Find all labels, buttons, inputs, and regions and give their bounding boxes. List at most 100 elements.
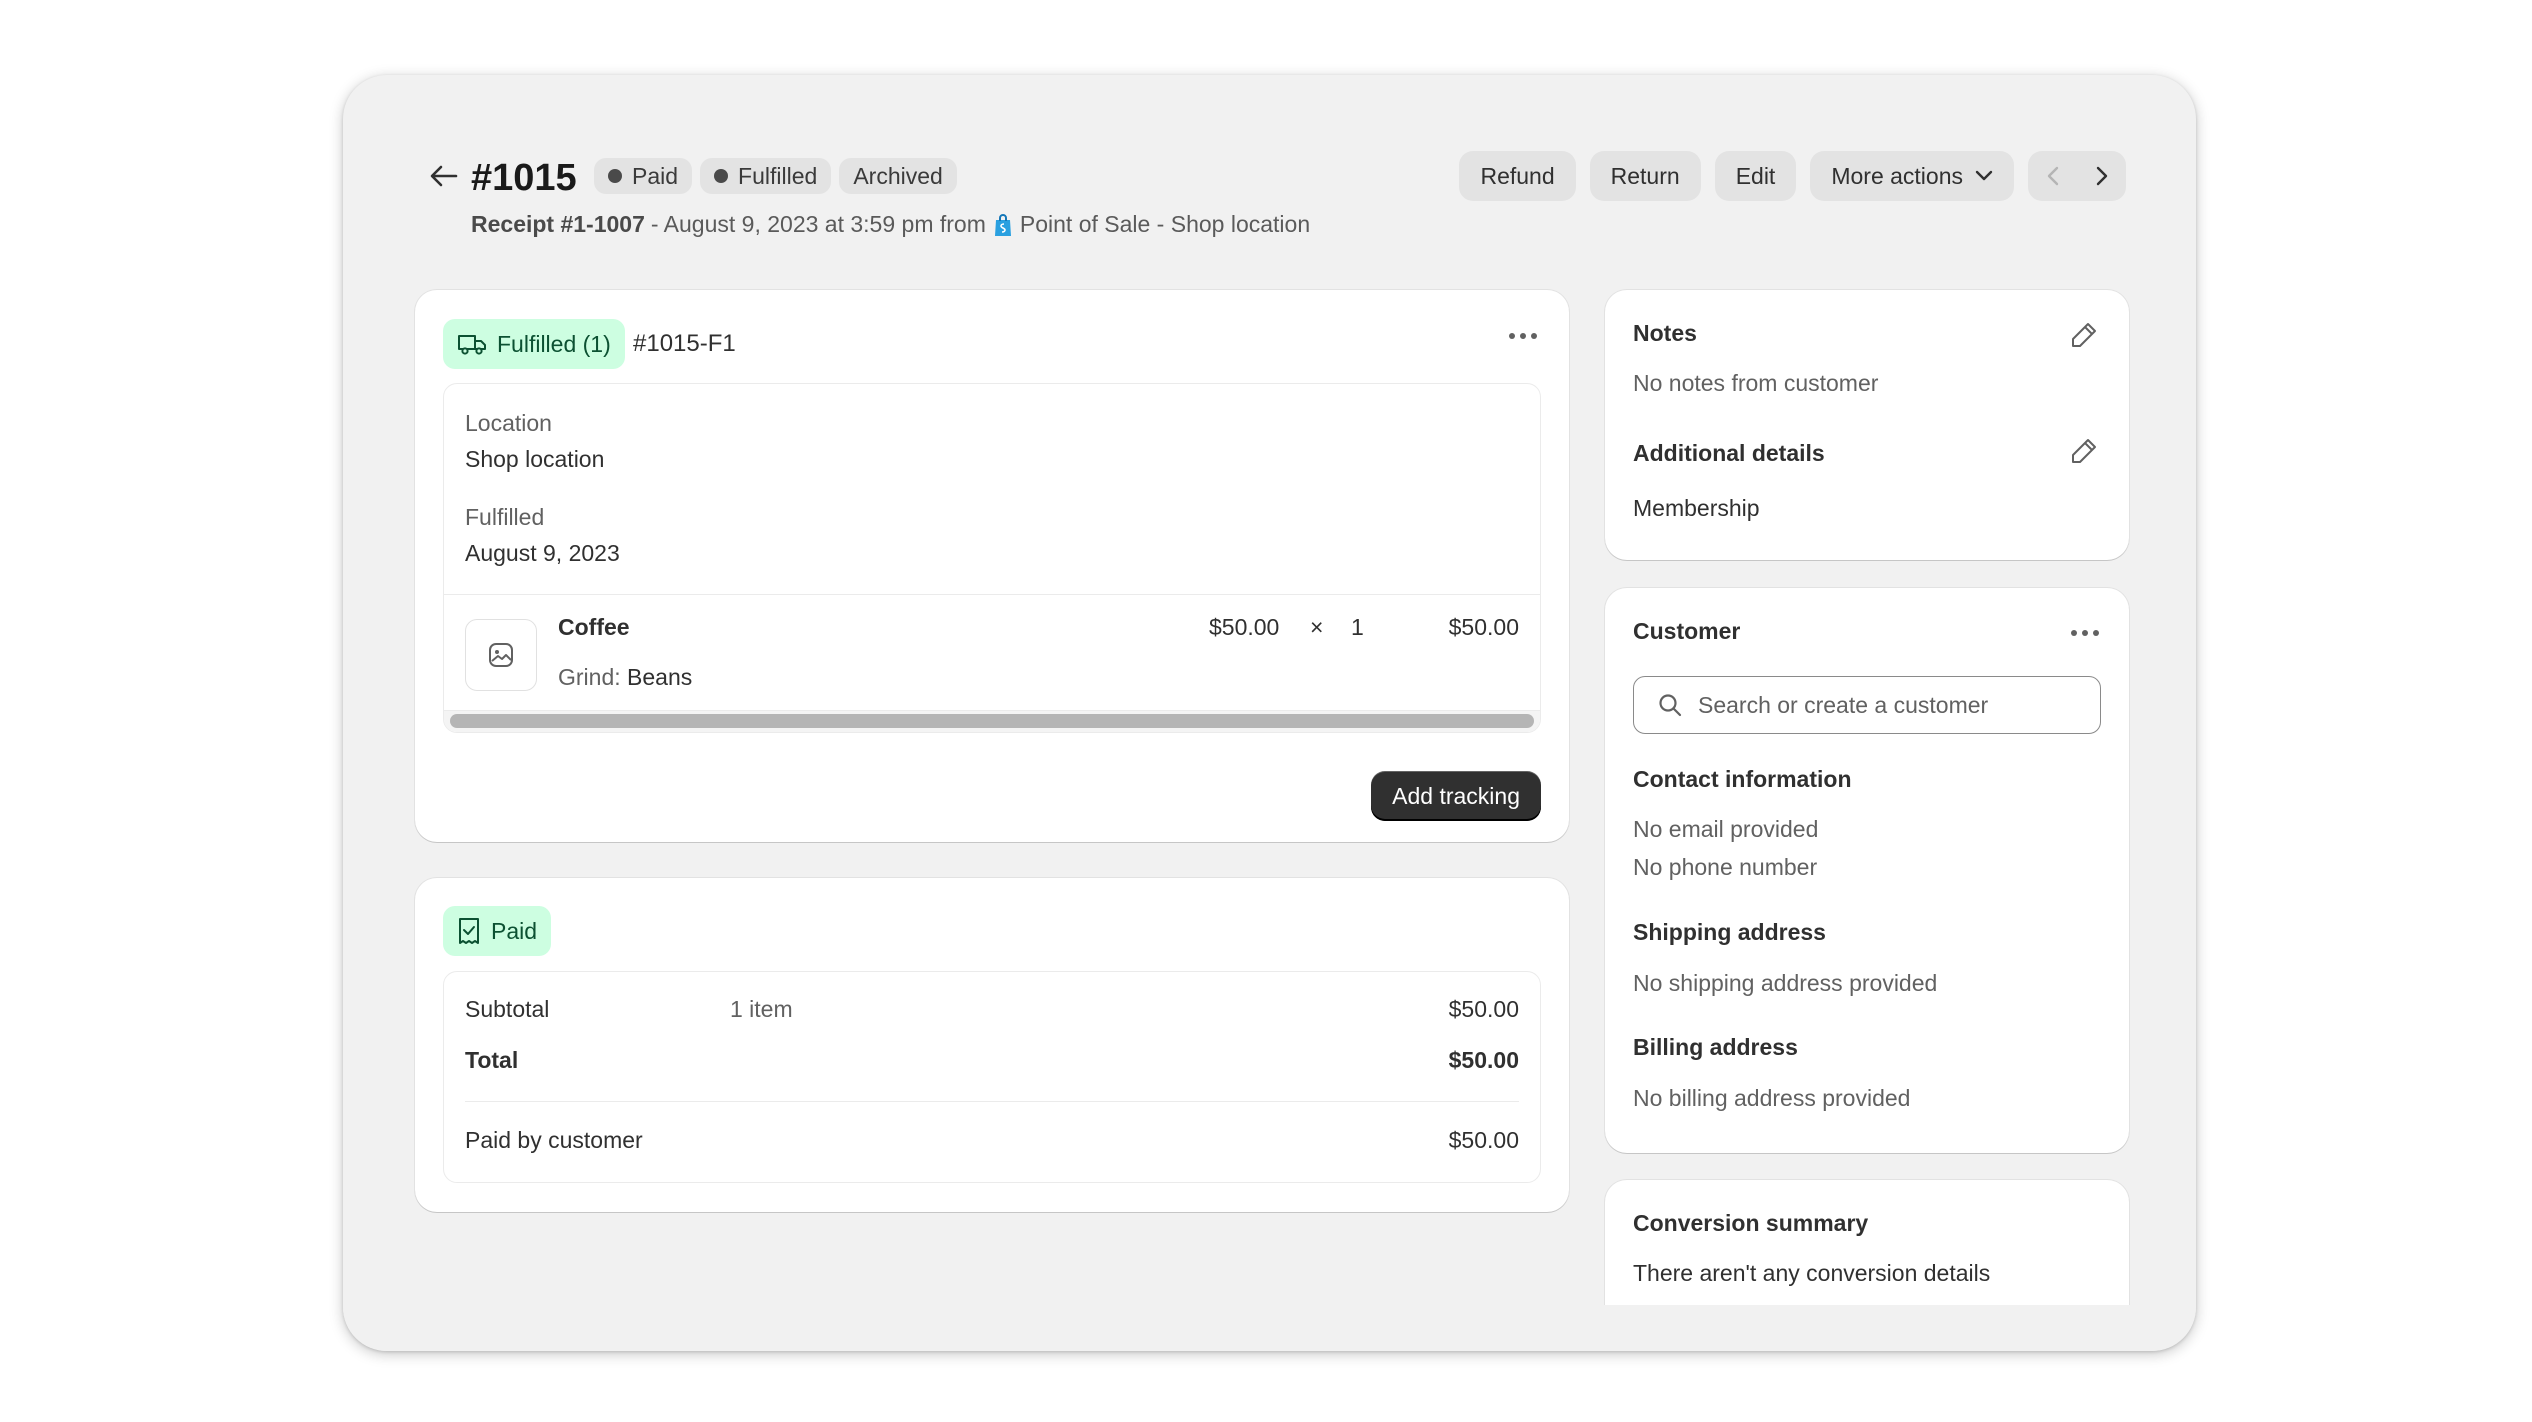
notes-card: Notes No notes from customer Additional … <box>1605 290 2129 560</box>
horizontal-scrollbar[interactable] <box>450 714 1534 728</box>
fulfillment-details: Location Shop location Fulfilled August … <box>443 383 1541 733</box>
additional-details-title: Additional details <box>1633 440 1825 466</box>
line-item-name[interactable]: Coffee <box>558 614 630 641</box>
paid-label: Paid by customer <box>465 1127 643 1153</box>
back-button[interactable] <box>423 155 465 197</box>
dot <box>1531 333 1537 339</box>
location-label: Location <box>465 410 552 436</box>
fulfilled-status-pill: Fulfilled (1) <box>443 319 625 369</box>
line-item-variant: Grind: Beans <box>558 664 692 691</box>
fulfilled-label: Fulfilled <box>465 504 545 530</box>
more-actions-label: More actions <box>1831 162 1963 189</box>
receipt-number: Receipt #1-1007 <box>471 211 645 237</box>
image-placeholder-icon <box>489 643 513 667</box>
order-date-text: - August 9, 2023 at 3:59 pm from <box>650 211 986 237</box>
edit-button[interactable]: Edit <box>1714 151 1797 201</box>
contact-phone: No phone number <box>1633 854 1818 880</box>
customer-search-input[interactable] <box>1698 691 2078 719</box>
badge-label: Archived <box>853 162 943 189</box>
payment-card: Paid Subtotal 1 item $50.00 Total $50.00… <box>415 878 1569 1212</box>
pencil-icon[interactable] <box>2069 436 2099 466</box>
order-pager <box>2028 151 2126 201</box>
status-badge-paid: Paid <box>594 158 693 194</box>
more-actions-button[interactable]: More actions <box>1810 151 2014 201</box>
contact-email: No email provided <box>1633 816 1819 842</box>
total-label: Total <box>465 1047 519 1073</box>
shipping-address-text: No shipping address provided <box>1633 970 1938 996</box>
dot <box>2071 630 2077 636</box>
pencil-icon[interactable] <box>2069 320 2099 350</box>
subtotal-row: Subtotal 1 item $50.00 <box>465 996 1519 1023</box>
variant-label: Grind: <box>558 664 621 690</box>
paid-value: $50.00 <box>1448 1127 1519 1153</box>
refund-button[interactable]: Refund <box>1459 151 1576 201</box>
fulfilled-status-label: Fulfilled (1) <box>497 330 611 357</box>
window-bottom-mask <box>343 1305 2196 1351</box>
shopping-bag-icon <box>994 213 1011 236</box>
conversion-title: Conversion summary <box>1633 1210 1869 1236</box>
horizontal-scroll-track <box>444 710 1540 732</box>
location-value: Shop location <box>465 446 605 472</box>
status-dot-icon <box>714 169 729 183</box>
customer-search-field[interactable] <box>1633 676 2101 734</box>
notes-text: No notes from customer <box>1633 370 1879 396</box>
notes-title: Notes <box>1633 320 1697 346</box>
line-item-times: × <box>1310 614 1324 640</box>
previous-order-button[interactable] <box>2028 151 2077 201</box>
page-title: #1015 <box>471 157 577 199</box>
chevron-right-icon <box>2096 166 2107 186</box>
line-item-quantity: 1 <box>1351 614 1364 640</box>
add-tracking-button[interactable]: Add tracking <box>1371 771 1541 821</box>
paid-status-label: Paid <box>491 917 538 944</box>
search-icon <box>1659 694 1682 717</box>
badge-label: Fulfilled <box>738 162 818 189</box>
fulfillment-id: #1015-F1 <box>633 330 736 357</box>
billing-address-title: Billing address <box>1633 1034 1798 1060</box>
dot <box>2082 630 2088 636</box>
divider <box>444 594 1540 595</box>
variant-value: Beans <box>627 664 693 690</box>
status-badge-fulfilled: Fulfilled <box>700 158 832 194</box>
total-value: $50.00 <box>1448 1047 1519 1073</box>
fulfillment-card: Fulfilled (1) #1015-F1 Location Shop loc… <box>415 290 1569 842</box>
header-actions: Refund Return Edit More actions <box>1459 151 2126 201</box>
subtotal-value: $50.00 <box>1448 996 1519 1022</box>
order-subline: Receipt #1-1007 - August 9, 2023 at 3:59… <box>471 211 1310 238</box>
chevron-left-icon <box>2047 166 2058 186</box>
customer-more-button[interactable] <box>2061 620 2109 646</box>
subtotal-items: 1 item <box>730 996 793 1022</box>
order-window: #1015 Paid Fulfilled Archived Receipt #1… <box>343 75 2196 1351</box>
paid-row: Paid by customer $50.00 <box>465 1127 1519 1154</box>
chevron-down-icon <box>1975 170 1993 181</box>
status-badge-archived: Archived <box>839 158 957 194</box>
line-item-total: $50.00 <box>1448 614 1519 640</box>
return-button[interactable]: Return <box>1589 151 1701 201</box>
billing-address-text: No billing address provided <box>1633 1085 1911 1111</box>
subtotal-label: Subtotal <box>465 996 550 1022</box>
divider <box>465 1101 1519 1102</box>
line-item-unit-price: $50.00 <box>1209 614 1280 640</box>
status-badges: Paid Fulfilled Archived <box>594 158 957 194</box>
additional-details-text: Membership <box>1633 495 1760 521</box>
receipt-check-icon <box>459 918 479 944</box>
delivery-truck-icon <box>458 335 486 355</box>
contact-info-title: Contact information <box>1633 766 1852 792</box>
product-thumbnail <box>465 619 537 691</box>
arrow-left-icon <box>430 165 458 187</box>
paid-status-pill: Paid <box>443 906 552 956</box>
fulfillment-more-button[interactable] <box>1499 323 1547 349</box>
badge-label: Paid <box>632 162 679 189</box>
customer-card: Customer Contact information No email pr… <box>1605 588 2129 1153</box>
dot <box>1509 333 1515 339</box>
shipping-address-title: Shipping address <box>1633 919 1826 945</box>
dot <box>2093 630 2099 636</box>
total-row: Total $50.00 <box>465 1047 1519 1074</box>
dot <box>1520 333 1526 339</box>
status-dot-icon <box>608 169 622 183</box>
next-order-button[interactable] <box>2077 151 2126 201</box>
sales-channel: Point of Sale - Shop location <box>1019 211 1311 237</box>
payment-summary: Subtotal 1 item $50.00 Total $50.00 Paid… <box>443 971 1541 1183</box>
customer-title: Customer <box>1633 618 1741 644</box>
fulfilled-date: August 9, 2023 <box>465 540 620 566</box>
conversion-text: There aren't any conversion details <box>1633 1260 1991 1286</box>
